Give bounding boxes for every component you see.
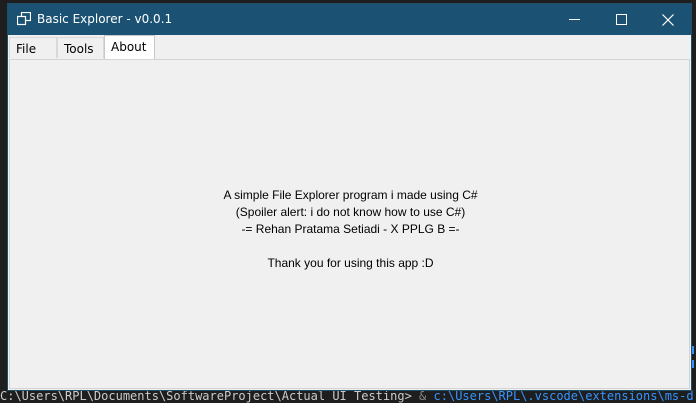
about-author: -= Rehan Pratama Setiadi - X PPLG B =- (241, 222, 460, 236)
tab-file-label: File (16, 42, 37, 56)
tab-tools-label: Tools (64, 42, 94, 56)
maximize-button[interactable] (598, 4, 644, 35)
about-text-block: A simple File Explorer program i made us… (10, 187, 691, 272)
terminal-path-extension: c:\Users\RPL\.vscode\extensions\ms-d (433, 389, 694, 403)
terminal-path: C:\Users\RPL\Documents\SoftwareProject\A… (0, 389, 412, 403)
minimize-button[interactable] (551, 4, 597, 35)
about-thanks: Thank you for using this app :D (267, 256, 434, 270)
tab-about-label: About (111, 40, 147, 54)
tab-about[interactable]: About (104, 35, 155, 59)
minimize-icon (568, 19, 580, 20)
maximize-icon (615, 14, 627, 25)
background-terminal-prompt: C:\Users\RPL\Documents\SoftwareProject\A… (0, 389, 696, 403)
tab-strip: File Tools About (8, 35, 691, 59)
tab-file[interactable]: File (9, 37, 57, 58)
title-bar[interactable]: Basic Explorer - v0.0.1 (8, 4, 691, 35)
window-title: Basic Explorer - v0.0.1 (37, 12, 173, 26)
close-icon (662, 13, 674, 26)
about-description: A simple File Explorer program i made us… (223, 188, 478, 202)
about-spoiler: (Spoiler alert: i do not know how to use… (235, 205, 466, 219)
terminal-separator: & (419, 389, 427, 403)
about-panel: A simple File Explorer program i made us… (9, 59, 690, 389)
tab-tools[interactable]: Tools (57, 37, 104, 58)
close-button[interactable] (645, 4, 691, 35)
app-windows-icon (17, 12, 31, 26)
about-spacer (10, 238, 691, 255)
app-window: Basic Explorer - v0.0.1 File Tools About… (7, 3, 692, 391)
